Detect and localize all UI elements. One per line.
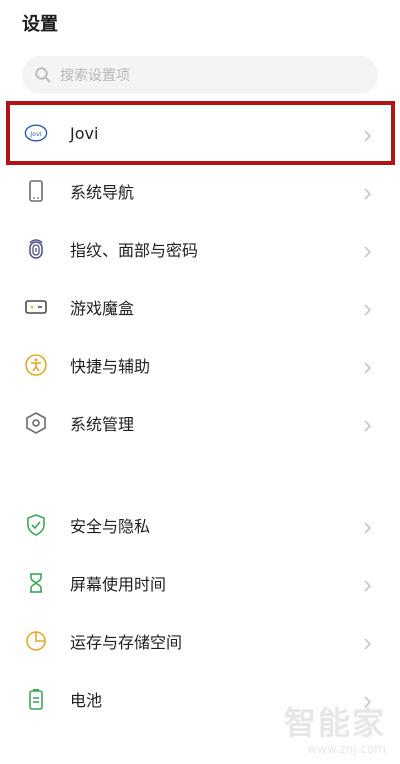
battery-icon: [24, 687, 48, 711]
jovi-icon: Jovi: [24, 121, 48, 145]
settings-item-label: 系统管理: [70, 415, 135, 434]
fingerprint-icon: [24, 237, 48, 261]
chevron-right-icon: [362, 359, 374, 374]
shield-check-icon: [24, 513, 48, 537]
settings-item-game-box[interactable]: 游戏魔盒: [0, 279, 400, 335]
settings-item-screen-time[interactable]: 屏幕使用时间: [0, 555, 400, 611]
system-hex-icon: [24, 411, 48, 435]
settings-item-label: 运存与存储空间: [70, 633, 183, 652]
chevron-right-icon: [362, 635, 374, 650]
storage-pie-icon: [24, 629, 48, 653]
settings-item-security-privacy[interactable]: 安全与隐私: [0, 497, 400, 553]
chevron-right-icon: [362, 577, 374, 592]
chevron-right-icon: [362, 127, 374, 142]
chevron-right-icon: [362, 185, 374, 200]
chevron-right-icon: [362, 243, 374, 258]
settings-item-storage[interactable]: 运存与存储空间: [0, 613, 400, 669]
watermark: 智能家 www.znj.com: [284, 698, 386, 756]
accessibility-icon: [24, 353, 48, 377]
chevron-right-icon: [362, 519, 374, 534]
search-placeholder: 搜索设置项: [60, 68, 130, 84]
chevron-right-icon: [362, 417, 374, 432]
svg-text:Jovi: Jovi: [29, 130, 42, 138]
settings-item-label: 游戏魔盒: [70, 299, 135, 318]
settings-item-label: 屏幕使用时间: [70, 575, 167, 594]
settings-item-system-navigation[interactable]: 系统导航: [0, 163, 400, 219]
watermark-url: www.znj.com: [307, 742, 386, 756]
settings-item-label: 安全与隐私: [70, 517, 151, 536]
settings-page: 设置 搜索设置项 Jovi Jovi 系统导航 指纹、面部与密码 游戏魔盒 快捷…: [0, 0, 400, 764]
page-title: 设置: [22, 14, 58, 35]
game-box-icon: [24, 295, 48, 319]
settings-item-label: 指纹、面部与密码: [70, 241, 199, 260]
search-bar[interactable]: 搜索设置项: [22, 56, 378, 94]
chevron-right-icon: [362, 301, 374, 316]
settings-item-shortcuts-accessibility[interactable]: 快捷与辅助: [0, 337, 400, 393]
watermark-mark: 智能家: [283, 704, 386, 742]
settings-item-label: 快捷与辅助: [70, 357, 151, 376]
settings-item-fingerprint[interactable]: 指纹、面部与密码: [0, 221, 400, 277]
section-gap: [0, 465, 400, 497]
settings-item-system-management[interactable]: 系统管理: [0, 395, 400, 451]
hourglass-icon: [24, 571, 48, 595]
settings-item-jovi[interactable]: Jovi Jovi: [0, 105, 400, 161]
search-icon: [34, 66, 52, 84]
settings-item-label: 系统导航: [70, 183, 135, 202]
phone-icon: [24, 179, 48, 203]
settings-item-label: Jovi: [70, 123, 99, 143]
